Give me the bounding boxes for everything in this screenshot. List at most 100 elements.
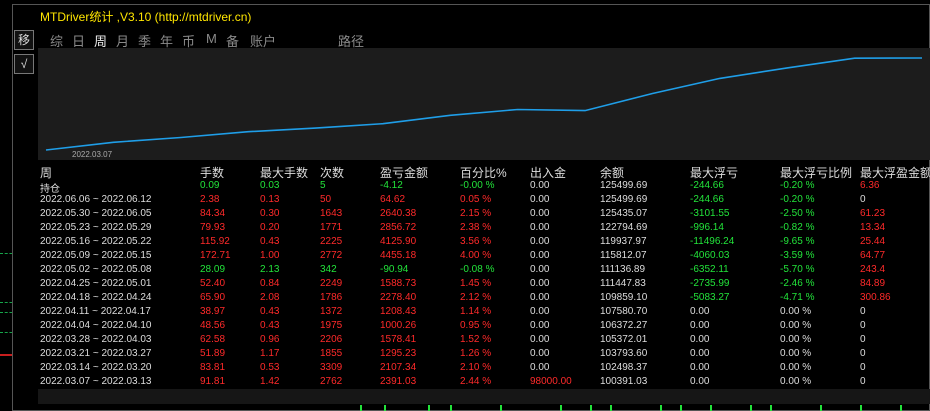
cell-max-lots: 最大手数 — [260, 166, 309, 180]
cell-max-lots: 0.30 — [260, 208, 280, 219]
table-row: 2022.05.30 ~ 2022.06.05 84.34 0.30 1643 2640… — [38, 208, 930, 222]
cell-max-lots: 2.13 — [260, 264, 280, 275]
cell-percent: -0.00 % — [460, 180, 495, 191]
cell-max-profit: 最大浮盈金额 — [860, 166, 930, 180]
cell-count: 3309 — [320, 362, 343, 373]
cell-max-drawdown: 0.00 — [690, 334, 710, 345]
cell-percent: 2.38 % — [460, 222, 492, 233]
cell-pnl: 盈亏金额 — [380, 166, 429, 180]
table-row: 2022.03.14 ~ 2022.03.20 83.81 0.53 3309 2107… — [38, 362, 930, 376]
cell-deposit: 出入金 — [530, 166, 567, 180]
tab-m[interactable]: M — [206, 31, 217, 46]
cell-period: 2022.05.16 ~ 2022.05.22 — [40, 236, 152, 247]
cell-count: 1786 — [320, 292, 343, 303]
cell-count: 50 — [320, 194, 332, 205]
check-button[interactable]: √ — [14, 54, 34, 74]
cell-max-drawdown-pct: 0.00 % — [780, 306, 812, 317]
table-row: 2022.04.18 ~ 2022.04.24 65.90 2.08 1786 2278… — [38, 292, 930, 306]
cell-deposit: 0.00 — [530, 222, 550, 233]
cell-max-drawdown-pct: -2.50 % — [780, 208, 815, 219]
cell-deposit: 0.00 — [530, 278, 550, 289]
table-row: 2022.05.16 ~ 2022.05.22 115.92 0.43 2225 412… — [38, 236, 930, 250]
cell-count: 2206 — [320, 334, 343, 345]
cell-max-drawdown-pct: -4.71 % — [780, 292, 815, 303]
cell-max-profit: 64.77 — [860, 250, 886, 261]
cell-pnl: 2391.03 — [380, 376, 417, 387]
volume-bar — [680, 405, 682, 411]
cell-max-drawdown-pct: 0.00 % — [780, 320, 812, 331]
cell-max-drawdown-pct: -0.20 % — [780, 194, 815, 205]
cell-percent: 0.05 % — [460, 194, 492, 205]
cell-max-lots: 0.84 — [260, 278, 280, 289]
cell-percent: 1.14 % — [460, 306, 492, 317]
balance-series-line — [45, 57, 923, 151]
cell-deposit: 0.00 — [530, 306, 550, 317]
cell-max-drawdown-pct: -0.82 % — [780, 222, 815, 233]
cell-max-lots: 0.96 — [260, 334, 280, 345]
total-row-background — [38, 389, 930, 404]
cell-max-drawdown-pct: -2.46 % — [780, 278, 815, 289]
cell-max-drawdown: 0.00 — [690, 320, 710, 331]
cell-max-lots: 0.43 — [260, 306, 280, 317]
cell-balance: 115812.07 — [600, 250, 647, 261]
cell-period: 2022.05.23 ~ 2022.05.29 — [40, 222, 152, 233]
cell-period: 2022.03.07 ~ 2022.03.13 — [40, 376, 152, 387]
cell-deposit: 0.00 — [530, 208, 550, 219]
cell-max-lots: 0.03 — [260, 180, 280, 191]
cell-count: 2225 — [320, 236, 343, 247]
cell-balance: 122794.69 — [600, 222, 648, 233]
cell-max-drawdown: -3101.55 — [690, 208, 730, 219]
cell-count: 2772 — [320, 250, 343, 261]
volume-bar — [770, 405, 772, 411]
cell-percent: 0.95 % — [460, 320, 492, 331]
cell-max-lots: 0.43 — [260, 320, 280, 331]
cell-max-drawdown: -244.66 — [690, 180, 724, 191]
cell-pnl: -4.12 — [380, 180, 403, 191]
table-row: 2022.05.02 ~ 2022.05.08 28.09 2.13 342 -90.9… — [38, 264, 930, 278]
move-button[interactable]: 移 — [14, 30, 34, 50]
cell-max-lots: 1.42 — [260, 376, 280, 387]
cell-pnl: 2856.72 — [380, 222, 417, 233]
volume-bar — [450, 405, 452, 411]
cell-balance: 余额 — [600, 166, 625, 180]
cell-percent: 1.26 % — [460, 348, 492, 359]
cell-deposit: 0.00 — [530, 362, 550, 373]
cell-percent: 2.44 % — [460, 376, 492, 387]
cell-percent: -0.08 % — [460, 264, 495, 275]
cell-period: 2022.03.14 ~ 2022.03.20 — [40, 362, 152, 373]
volume-bar — [860, 405, 862, 411]
cell-max-drawdown: 最大浮亏 — [690, 166, 739, 180]
cell-percent: 2.10 % — [460, 362, 492, 373]
cell-pnl: 2278.40 — [380, 292, 417, 303]
cell-pnl: 64.62 — [380, 194, 406, 205]
cell-lots: 52.40 — [200, 278, 226, 289]
cell-lots: 0.09 — [200, 180, 220, 191]
cell-max-drawdown: -5083.27 — [690, 292, 730, 303]
cell-max-profit: 243.4 — [860, 264, 886, 275]
volume-bar — [360, 405, 362, 411]
cell-max-profit: 0 — [860, 320, 866, 331]
cell-lots: 83.81 — [200, 362, 226, 373]
cell-percent: 百分比% — [460, 166, 507, 180]
cell-period: 2022.04.04 ~ 2022.04.10 — [40, 320, 152, 331]
cell-lots: 38.97 — [200, 306, 226, 317]
cell-balance: 107580.70 — [600, 306, 648, 317]
cell-deposit: 98000.00 — [530, 376, 572, 387]
cell-period: 2022.05.30 ~ 2022.06.05 — [40, 208, 152, 219]
cell-max-profit: 0 — [860, 194, 866, 205]
cell-balance: 106372.27 — [600, 320, 648, 331]
cell-lots: 84.34 — [200, 208, 226, 219]
table-row: 2022.04.04 ~ 2022.04.10 48.56 0.43 1975 1000… — [38, 320, 930, 334]
cell-balance: 119937.97 — [600, 236, 647, 247]
window-title: MTDriver统计 ,V3.10 (http://mtdriver.cn) — [40, 10, 252, 24]
cell-max-drawdown-pct: -3.59 % — [780, 250, 815, 261]
window-titlebar[interactable]: MTDriver统计 ,V3.10 (http://mtdriver.cn) — [14, 5, 930, 25]
cell-balance: 105372.01 — [600, 334, 648, 345]
volume-bar — [820, 405, 822, 411]
cell-max-lots: 1.00 — [260, 250, 280, 261]
cell-deposit: 0.00 — [530, 264, 550, 275]
cell-balance: 111447.83 — [600, 278, 646, 289]
cell-percent: 2.15 % — [460, 208, 492, 219]
cell-max-lots: 2.08 — [260, 292, 280, 303]
cell-percent: 4.00 % — [460, 250, 492, 261]
